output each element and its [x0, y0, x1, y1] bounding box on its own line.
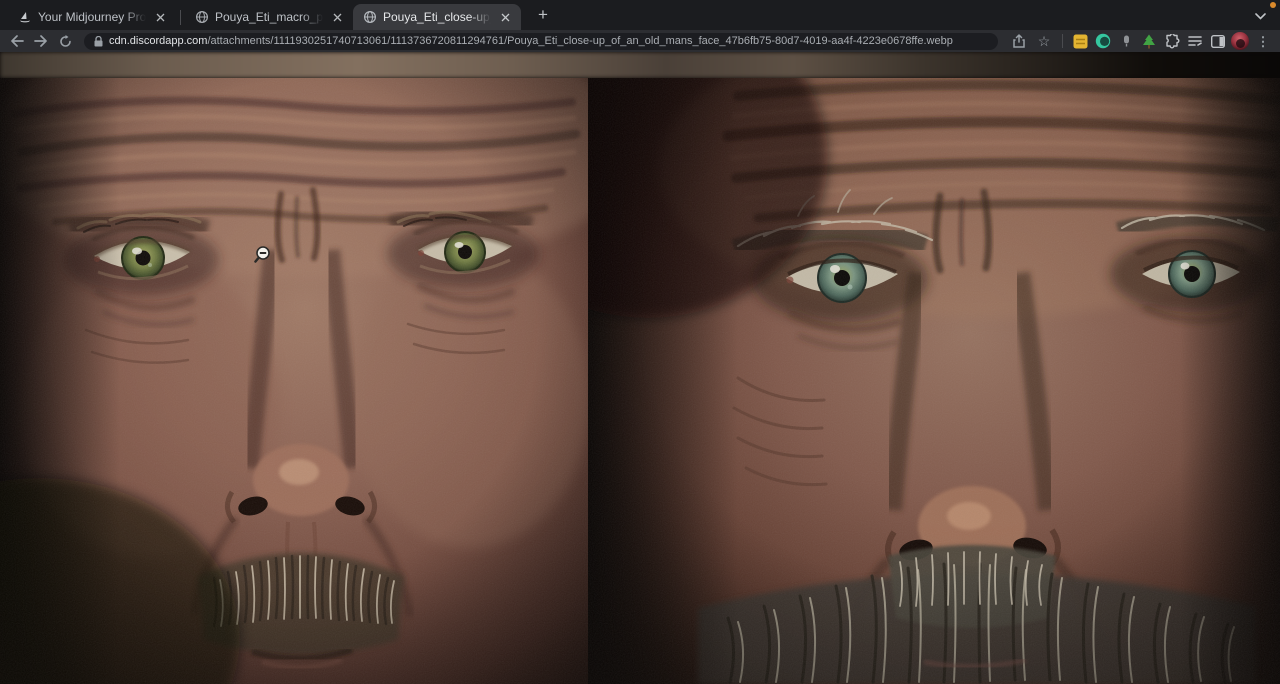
- forward-button[interactable]: [30, 31, 52, 51]
- extension-yellow-grid-icon[interactable]: [1070, 31, 1090, 51]
- update-badge: [1270, 2, 1276, 8]
- reload-button[interactable]: [54, 31, 76, 51]
- back-button[interactable]: [6, 31, 28, 51]
- midjourney-sailboat-icon: [18, 10, 32, 24]
- lock-icon: [94, 36, 103, 47]
- right-face-image[interactable]: [588, 78, 1280, 684]
- url-domain: cdn.discordapp.com: [109, 35, 207, 47]
- close-icon[interactable]: [152, 9, 168, 25]
- bookmark-star-icon[interactable]: ☆: [1033, 31, 1055, 51]
- extensions-puzzle-icon[interactable]: [1162, 31, 1182, 51]
- close-icon[interactable]: [497, 9, 513, 25]
- profile-avatar[interactable]: [1231, 32, 1249, 50]
- toolbar-right-icons: ☆: [1008, 31, 1274, 51]
- new-tab-button[interactable]: +: [531, 3, 555, 27]
- tab-macro-photo[interactable]: Pouya_Eti_macro_photo_of_a: [185, 4, 353, 30]
- tab-title: Your Midjourney Profile: [38, 10, 146, 24]
- navigation-toolbar: cdn.discordapp.com/attachments/111193025…: [0, 30, 1280, 52]
- tab-search-chevron[interactable]: [1250, 7, 1270, 25]
- url-path: /attachments/1111930251740713061/1113736…: [207, 35, 952, 47]
- share-icon[interactable]: [1008, 31, 1030, 51]
- left-face-image[interactable]: [0, 78, 588, 684]
- tab-title: Pouya_Eti_close-up_of_an_ol: [383, 10, 491, 24]
- content-area: [0, 52, 1280, 684]
- close-icon[interactable]: [329, 9, 345, 25]
- toolbar-separator: [1062, 34, 1063, 48]
- playlist-icon[interactable]: [1185, 31, 1205, 51]
- tab-strip: Your Midjourney Profile Pouya_Eti_macro_…: [0, 0, 1280, 30]
- blurred-image-top-strip: [0, 52, 1280, 78]
- globe-icon: [195, 10, 209, 24]
- extension-gray-icon[interactable]: [1116, 31, 1136, 51]
- tab-close-up-active[interactable]: Pouya_Eti_close-up_of_an_ol: [353, 4, 521, 30]
- tab-title: Pouya_Eti_macro_photo_of_a: [215, 10, 323, 24]
- extension-moon-icon[interactable]: [1093, 31, 1113, 51]
- menu-dots-icon[interactable]: ⋮: [1252, 31, 1274, 51]
- url-text: cdn.discordapp.com/attachments/111193025…: [109, 35, 953, 47]
- browser-window: Your Midjourney Profile Pouya_Eti_macro_…: [0, 0, 1280, 684]
- tab-separator: [180, 10, 181, 25]
- extension-tree-icon[interactable]: [1139, 31, 1159, 51]
- tab-midjourney-profile[interactable]: Your Midjourney Profile: [8, 4, 176, 30]
- globe-icon: [363, 10, 377, 24]
- side-panel-icon[interactable]: [1208, 31, 1228, 51]
- omnibox-url-field[interactable]: cdn.discordapp.com/attachments/111193025…: [84, 33, 998, 50]
